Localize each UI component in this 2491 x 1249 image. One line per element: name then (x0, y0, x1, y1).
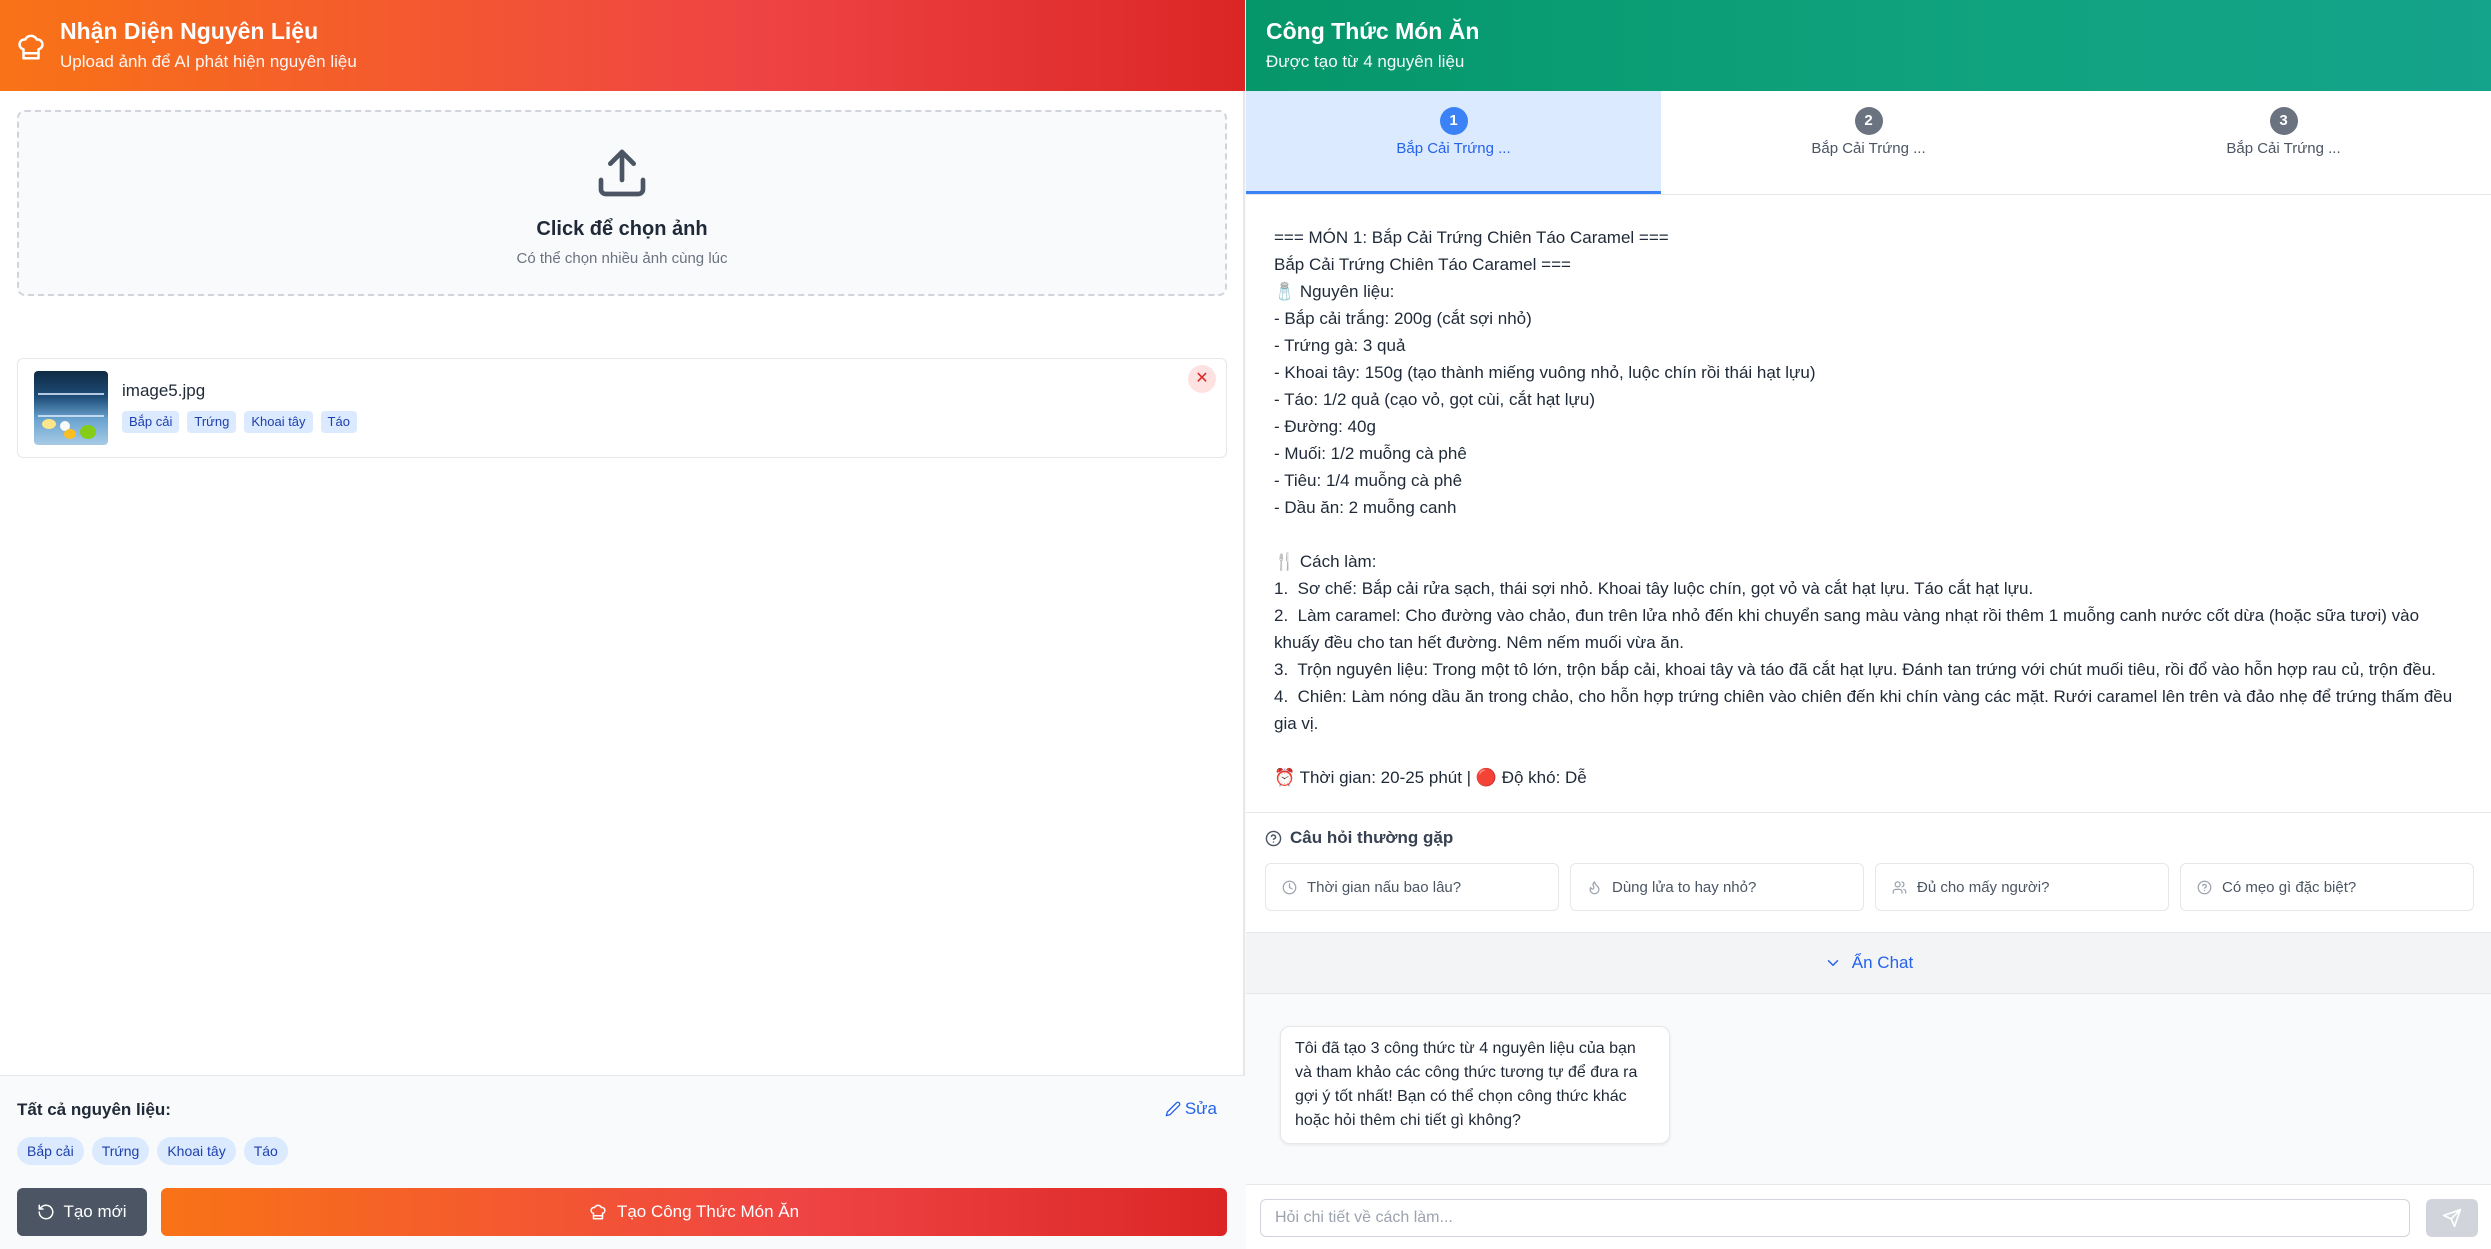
recipe-line: - Dầu ăn: 2 muỗng canh (1274, 498, 1457, 517)
chef-hat-icon (590, 1204, 606, 1220)
faq-question: Dùng lửa to hay nhỏ? (1612, 878, 1757, 896)
ingredient-pill: Trứng (91, 1137, 150, 1165)
generate-recipe-label: Tạo Công Thức Món Ăn (616, 1202, 800, 1221)
recipe-line: === MÓN 1: Bắp Cải Trứng Chiên Táo Caram… (1274, 228, 1669, 247)
edit-label: Sửa (1184, 1099, 1217, 1118)
recipe-line: 4. Chiên: Làm nóng dầu ăn trong chảo, ch… (1274, 687, 2457, 733)
ingredient-tag: Trứng (187, 411, 237, 433)
recipe-line: 🧂 Nguyên liệu: (1274, 282, 1395, 301)
recipe-tabs: 1 Bắp Cải Trứng ... 2 Bắp Cải Trứng ... … (1246, 91, 2491, 195)
ingredient-header: Nhận Diện Nguyên Liệu Upload ảnh để AI p… (0, 0, 1245, 91)
new-session-label: Tạo mới (63, 1202, 127, 1221)
faq-question: Đủ cho mấy người? (1917, 878, 2050, 896)
faq-title: Câu hỏi thường gặp (1290, 828, 1454, 847)
help-circle-icon (1265, 830, 1282, 846)
image-thumbnail[interactable] (34, 371, 108, 445)
recipe-line (1274, 521, 2469, 548)
file-detected-tags: Bắp cải Trứng Khoai tây Táo (122, 411, 357, 433)
all-ingredients-list: Bắp cải Trứng Khoai tây Táo (17, 1137, 288, 1165)
send-icon (2442, 1208, 2462, 1228)
recipe-line: - Đường: 40g (1274, 417, 1376, 436)
tab-label: Bắp Cải Trứng ... (1811, 140, 1926, 157)
image-upload-dropzone[interactable]: Click để chọn ảnh Có thể chọn nhiều ảnh … (17, 110, 1227, 296)
new-session-button[interactable]: Tạo mới (17, 1188, 147, 1236)
recipe-line: - Trứng gà: 3 quả (1274, 336, 1406, 355)
edit-ingredients-button[interactable]: Sửa (1165, 1099, 1217, 1119)
tab-number-badge: 2 (1854, 107, 1883, 135)
hide-chat-label: Ẩn Chat (1851, 953, 1914, 972)
faq-section: Câu hỏi thường gặp Thời gian nấu bao lâu… (1246, 812, 2491, 932)
file-name: image5.jpg (122, 381, 206, 400)
tab-number-badge: 3 (2269, 107, 2298, 135)
faq-cooking-time-button[interactable]: Thời gian nấu bao lâu? (1265, 863, 1559, 911)
faq-header: Câu hỏi thường gặp (1265, 828, 1453, 848)
recipe-line: - Muối: 1/2 muỗng cà phê (1274, 444, 1467, 463)
faq-heat-level-button[interactable]: Dùng lửa to hay nhỏ? (1570, 863, 1864, 911)
clock-icon (1282, 880, 1297, 894)
help-circle-icon (2197, 880, 2212, 894)
ingredient-panel-title: Nhận Diện Nguyên Liệu (60, 18, 319, 44)
recipe-line (1274, 737, 2469, 764)
ingredient-footer: Tất cả nguyên liệu: Sửa Bắp cải Trứng Kh… (0, 1075, 1245, 1249)
recipe-content: === MÓN 1: Bắp Cải Trứng Chiên Táo Caram… (1274, 224, 2469, 791)
recipe-line: 🍴 Cách làm: (1274, 552, 1377, 571)
refresh-icon (38, 1204, 54, 1220)
recipe-line: - Khoai tây: 150g (tạo thành miếng vuông… (1274, 363, 1816, 382)
ingredient-pill: Bắp cải (17, 1137, 84, 1165)
chat-input[interactable] (1260, 1199, 2410, 1237)
ingredient-pill: Khoai tây (157, 1137, 236, 1165)
remove-image-button[interactable]: ✕ (1188, 365, 1216, 393)
recipe-line: - Tiêu: 1/4 muỗng cà phê (1274, 471, 1463, 490)
generate-recipe-button[interactable]: Tạo Công Thức Món Ăn (161, 1188, 1227, 1236)
uploaded-file-card: image5.jpg Bắp cải Trứng Khoai tây Táo ✕ (17, 358, 1227, 458)
pencil-icon (1165, 1101, 1181, 1117)
ingredient-tag: Bắp cải (122, 411, 180, 433)
chef-hat-icon (18, 34, 44, 60)
faq-buttons: Thời gian nấu bao lâu? Dùng lửa to hay n… (1265, 863, 2474, 911)
chat-messages: Tôi đã tạo 3 công thức từ 4 nguyên liệu … (1246, 994, 2491, 1184)
hide-chat-toggle[interactable]: Ẩn Chat (1246, 932, 2491, 994)
recipe-header: Công Thức Món Ăn Được tạo từ 4 nguyên li… (1246, 0, 2491, 91)
upload-icon (598, 149, 646, 197)
recipe-tab-1[interactable]: 1 Bắp Cải Trứng ... (1246, 91, 1661, 194)
recipe-line: - Bắp cải trắng: 200g (cắt sợi nhỏ) (1274, 309, 1532, 328)
recipe-tab-2[interactable]: 2 Bắp Cải Trứng ... (1661, 91, 2076, 194)
assistant-message: Tôi đã tạo 3 công thức từ 4 nguyên liệu … (1280, 1026, 1670, 1144)
recipe-line: 3. Trộn nguyên liệu: Trong một tô lớn, t… (1274, 660, 2436, 679)
faq-servings-button[interactable]: Đủ cho mấy người? (1875, 863, 2169, 911)
ingredient-pill: Táo (243, 1137, 288, 1165)
chevron-down-icon (1827, 960, 1839, 966)
ingredient-panel: Nhận Diện Nguyên Liệu Upload ảnh để AI p… (0, 0, 1245, 1249)
tab-number-badge: 1 (1439, 107, 1468, 135)
faq-question: Có mẹo gì đặc biệt? (2222, 878, 2357, 896)
faq-question: Thời gian nấu bao lâu? (1307, 878, 1462, 896)
faq-tips-button[interactable]: Có mẹo gì đặc biệt? (2180, 863, 2474, 911)
recipe-line: Bắp Cải Trứng Chiên Táo Caramel === (1274, 255, 1571, 274)
recipe-panel-subtitle: Được tạo từ 4 nguyên liệu (1266, 52, 1465, 71)
users-icon (1892, 880, 1907, 894)
recipe-line: 1. Sơ chế: Bắp cải rửa sạch, thái sợi nh… (1274, 579, 2034, 598)
ingredient-tag: Táo (320, 411, 357, 433)
all-ingredients-label: Tất cả nguyên liệu: (17, 1100, 171, 1119)
recipe-line: 2. Làm caramel: Cho đường vào chảo, đun … (1274, 606, 2424, 652)
ingredient-panel-subtitle: Upload ảnh để AI phát hiện nguyên liệu (60, 52, 357, 71)
recipe-tab-3[interactable]: 3 Bắp Cải Trứng ... (2076, 91, 2491, 194)
tab-label: Bắp Cải Trứng ... (1396, 140, 1511, 157)
dropzone-title: Click để chọn ảnh (536, 218, 708, 240)
recipe-panel: Công Thức Món Ăn Được tạo từ 4 nguyên li… (1246, 0, 2491, 1249)
recipe-panel-title: Công Thức Món Ăn (1266, 18, 1480, 44)
chat-input-bar (1246, 1184, 2491, 1249)
flame-icon (1589, 880, 1600, 894)
recipe-line: - Táo: 1/2 quả (cạo vỏ, gọt cùi, cắt hạt… (1274, 390, 1596, 409)
send-button[interactable] (2426, 1199, 2478, 1237)
ingredient-tag: Khoai tây (244, 411, 313, 433)
tab-label: Bắp Cải Trứng ... (2226, 140, 2341, 157)
dropzone-subtitle: Có thể chọn nhiều ảnh cùng lúc (516, 250, 728, 267)
recipe-line: ⏰ Thời gian: 20-25 phút | 🔴 Độ khó: Dễ (1274, 768, 1587, 787)
